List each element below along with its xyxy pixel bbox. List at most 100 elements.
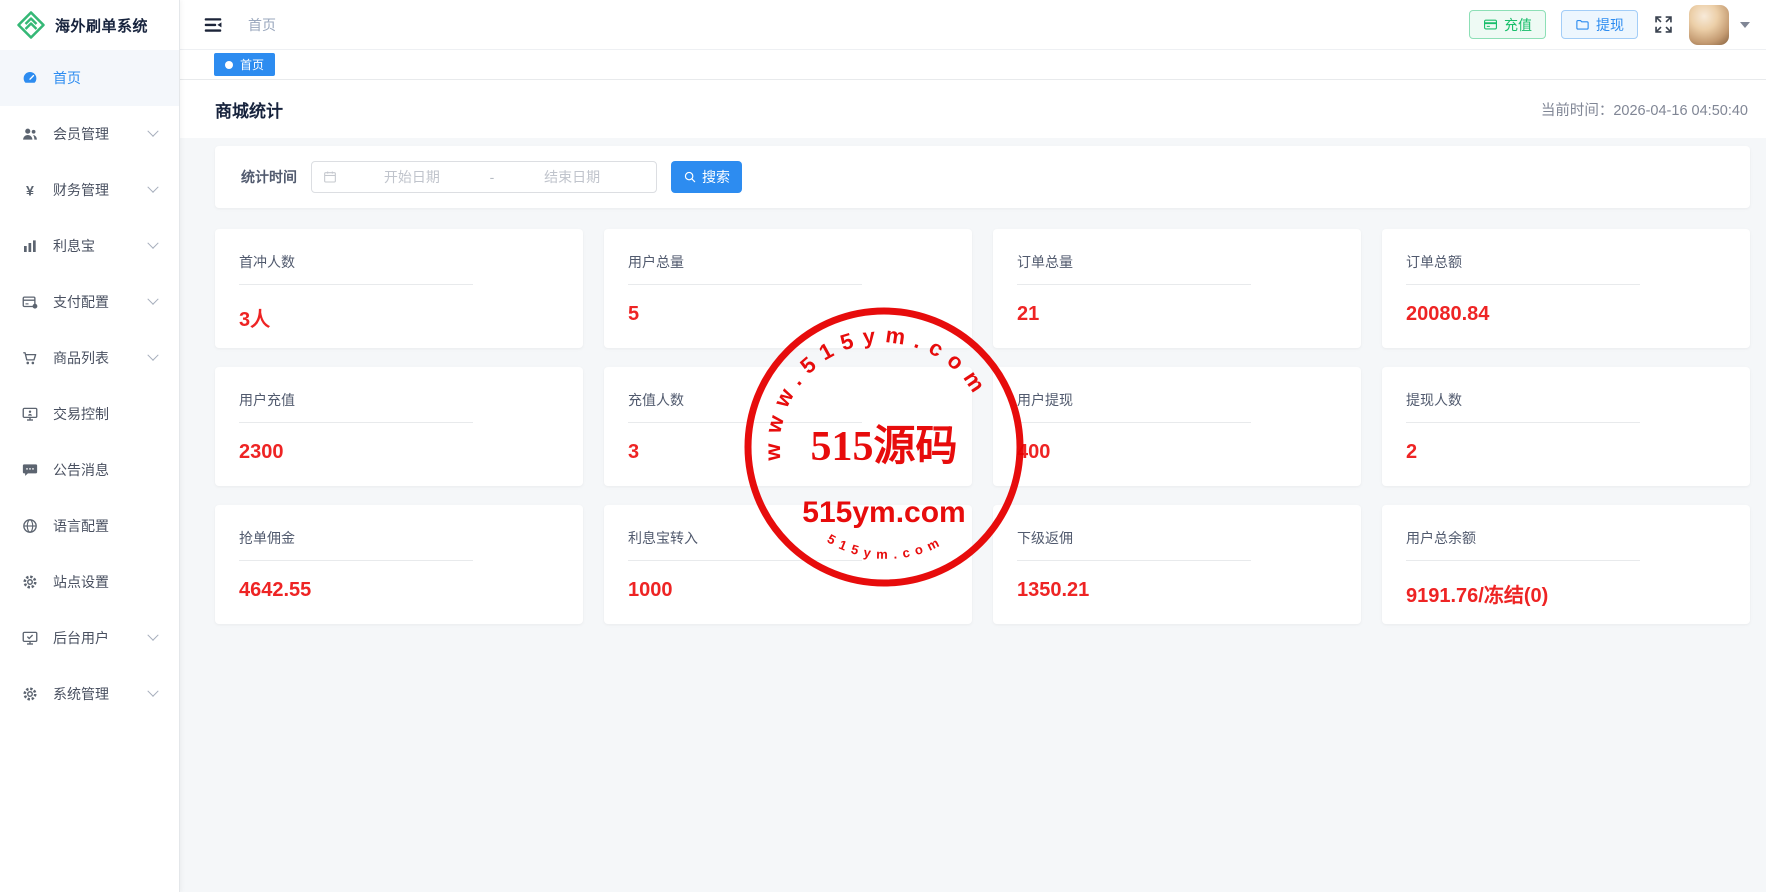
end-date-placeholder[interactable]: 结束日期 [498, 167, 646, 187]
sidebar-item-label: 利息宝 [53, 236, 95, 256]
sidebar-item-message[interactable]: 公告消息 [0, 442, 179, 498]
stat-label: 用户总余额 [1406, 528, 1726, 548]
sidebar-item-dashboard[interactable]: 首页 [0, 50, 179, 106]
sidebar-menu: 首页会员管理财务管理利息宝支付配置商品列表交易控制公告消息语言配置站点设置后台用… [0, 50, 179, 722]
chevron-down-icon[interactable] [1740, 22, 1750, 28]
divider [628, 422, 862, 423]
stat-card: 用户总余额 9191.76/冻结(0) [1382, 505, 1750, 624]
recharge-button-label: 充值 [1504, 15, 1532, 35]
stat-value: 400 [1017, 441, 1337, 464]
sidebar-item-chart[interactable]: 利息宝 [0, 218, 179, 274]
stat-label: 用户充值 [239, 390, 559, 410]
cart-icon [21, 349, 39, 367]
divider [239, 422, 473, 423]
divider [628, 560, 862, 561]
chevron-down-icon [147, 686, 158, 697]
chevron-down-icon [147, 294, 158, 305]
tab-dot-icon [225, 61, 233, 69]
calendar-icon [322, 169, 338, 185]
divider [1406, 422, 1640, 423]
sidebar-item-label: 支付配置 [53, 292, 109, 312]
search-icon [683, 170, 697, 184]
sidebar-item-label: 交易控制 [53, 404, 109, 424]
stat-label: 下级返佣 [1017, 528, 1337, 548]
stat-label: 用户总量 [628, 252, 948, 272]
sidebar-item-admin[interactable]: 后台用户 [0, 610, 179, 666]
stat-card: 利息宝转入 1000 [604, 505, 972, 624]
monitor-icon [21, 405, 39, 423]
stat-label: 抢单佣金 [239, 528, 559, 548]
stat-label: 充值人数 [628, 390, 948, 410]
sidebar-item-yen[interactable]: 财务管理 [0, 162, 179, 218]
stat-card: 用户充值2300 [215, 367, 583, 486]
withdraw-button-label: 提现 [1596, 15, 1624, 35]
stat-card: 订单总额20080.84 [1382, 229, 1750, 348]
sidebar-item-globe[interactable]: 语言配置 [0, 498, 179, 554]
start-date-placeholder[interactable]: 开始日期 [338, 167, 486, 187]
sidebar-item-users[interactable]: 会员管理 [0, 106, 179, 162]
sidebar-item-label: 会员管理 [53, 124, 109, 144]
payment-icon [21, 293, 39, 311]
sidebar-item-label: 系统管理 [53, 684, 109, 704]
page-title: 商城统计 [215, 97, 283, 122]
stat-label: 利息宝转入 [628, 528, 948, 548]
collapse-menu-icon[interactable] [202, 14, 224, 36]
sidebar-item-settings[interactable]: 系统管理 [0, 666, 179, 722]
current-time: 当前时间：2026-04-16 04:50:40 [1541, 99, 1748, 120]
stat-value: 2 [1406, 441, 1726, 464]
sidebar-item-payment[interactable]: 支付配置 [0, 274, 179, 330]
chevron-down-icon [147, 350, 158, 361]
yen-icon [21, 181, 39, 199]
tab-home[interactable]: 首页 [214, 53, 275, 76]
date-separator: - [486, 169, 499, 185]
sidebar-item-label: 后台用户 [53, 628, 109, 648]
stat-label: 提现人数 [1406, 390, 1726, 410]
fullscreen-icon[interactable] [1653, 14, 1674, 35]
sidebar-item-label: 首页 [53, 68, 81, 88]
sidebar-item-cart[interactable]: 商品列表 [0, 330, 179, 386]
app-title: 海外刷单系统 [55, 15, 148, 36]
current-time-value: 2026-04-16 04:50:40 [1613, 103, 1748, 119]
sidebar-item-label: 语言配置 [53, 516, 109, 536]
stat-label: 首冲人数 [239, 252, 559, 272]
stat-label: 用户提现 [1017, 390, 1337, 410]
stat-card: 用户总量 5 [604, 229, 972, 348]
app-logo-icon [16, 10, 46, 40]
stat-value: 3 [628, 441, 948, 464]
card-icon [1483, 17, 1498, 32]
filter-label: 统计时间 [241, 167, 297, 187]
users-icon [21, 125, 39, 143]
divider [1406, 560, 1640, 561]
settings-icon [21, 685, 39, 703]
stat-value: 4642.55 [239, 579, 559, 602]
stat-card: 用户提现 400 [993, 367, 1361, 486]
sidebar-item-label: 公告消息 [53, 460, 109, 480]
search-button[interactable]: 搜索 [671, 161, 742, 193]
stats-grid: 首冲人数3人用户总量5订单总量21订单总额20080.84用户充值2300充值人… [215, 229, 1750, 624]
main-area: 首页 充值 提现 首页 商城统计 当前时间：2026-04-16 04:50:4… [180, 0, 1766, 892]
stat-label: 订单总额 [1406, 252, 1726, 272]
recharge-button[interactable]: 充值 [1469, 10, 1546, 39]
sidebar-item-label: 财务管理 [53, 180, 109, 200]
stat-value: 5 [628, 303, 948, 326]
stat-value: 3人 [239, 303, 559, 332]
app-logo: 海外刷单系统 [0, 0, 179, 50]
date-range-input[interactable]: 开始日期 - 结束日期 [311, 161, 657, 193]
breadcrumb[interactable]: 首页 [248, 15, 276, 35]
sidebar-item-gear[interactable]: 站点设置 [0, 554, 179, 610]
sidebar-item-monitor[interactable]: 交易控制 [0, 386, 179, 442]
stat-value: 9191.76/冻结(0) [1406, 579, 1726, 608]
chart-icon [21, 237, 39, 255]
user-avatar[interactable] [1689, 5, 1729, 45]
stat-card: 提现人数 2 [1382, 367, 1750, 486]
stat-card: 充值人数 3 [604, 367, 972, 486]
chevron-down-icon [147, 238, 158, 249]
divider [628, 284, 862, 285]
message-icon [21, 461, 39, 479]
withdraw-button[interactable]: 提现 [1561, 10, 1638, 39]
stat-card: 首冲人数 3人 [215, 229, 583, 348]
stat-value: 1000 [628, 579, 948, 602]
stat-value: 21 [1017, 303, 1337, 326]
sidebar-item-label: 站点设置 [53, 572, 109, 592]
tab-home-label: 首页 [240, 56, 264, 73]
